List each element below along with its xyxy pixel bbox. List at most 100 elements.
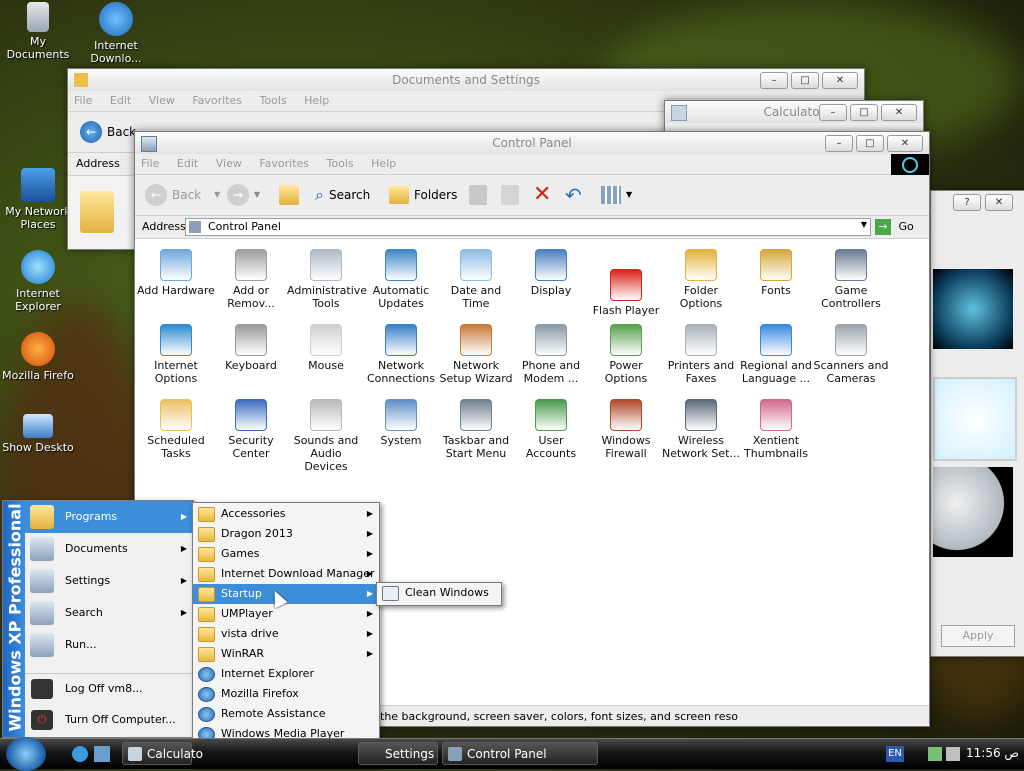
menu-help[interactable]: Help — [371, 157, 396, 170]
cp-item[interactable]: Scanners and Cameras — [812, 324, 890, 385]
desktop-icon-my-documents[interactable]: My Documents — [0, 2, 78, 61]
cp-item[interactable]: Mouse — [287, 324, 365, 372]
address-input[interactable]: Control Panel ▼ — [185, 218, 871, 236]
menu-favorites[interactable]: Favorites — [259, 157, 309, 170]
menu-edit[interactable]: Edit — [110, 94, 131, 107]
language-indicator[interactable]: EN — [886, 746, 904, 762]
desktop-icon-idm[interactable]: Internet Downlo... — [76, 2, 156, 65]
cp-item[interactable]: Display — [512, 249, 590, 297]
folders-button[interactable]: Folders — [389, 184, 457, 206]
start-menu-item-documents[interactable]: Documents ▶ — [25, 533, 193, 565]
cp-item[interactable]: Security Center — [212, 399, 290, 460]
cp-item[interactable]: Network Setup Wizard — [437, 324, 515, 385]
tray-network-icon[interactable] — [928, 747, 942, 761]
cp-item[interactable]: Printers and Faxes — [662, 324, 740, 385]
minimize-button[interactable]: – — [825, 135, 853, 152]
back-button[interactable]: ← Back — [80, 121, 136, 143]
chevron-down-icon[interactable]: ▼ — [861, 220, 867, 229]
cp-item[interactable]: Sounds and Audio Devices — [287, 399, 365, 473]
cp-item[interactable]: System — [362, 399, 440, 447]
programs-item[interactable]: Internet Explorer — [193, 664, 379, 684]
programs-item[interactable]: Mozilla Firefox — [193, 684, 379, 704]
menu-file[interactable]: File — [74, 94, 92, 107]
cp-item[interactable]: Windows Firewall — [587, 399, 665, 460]
maximize-button[interactable]: □ — [791, 72, 819, 89]
minimize-button[interactable]: – — [819, 104, 847, 121]
cp-item[interactable]: Network Connections — [362, 324, 440, 385]
move-to-button[interactable] — [469, 184, 487, 206]
quick-launch-ie-icon[interactable] — [72, 746, 88, 762]
maximize-button[interactable]: □ — [856, 135, 884, 152]
menu-file[interactable]: File — [141, 157, 159, 170]
close-button[interactable]: ✕ — [822, 72, 858, 89]
cp-item[interactable]: Fonts — [737, 249, 815, 297]
log-off-item[interactable]: Log Off vm8... — [25, 673, 193, 704]
close-button[interactable]: ✕ — [881, 104, 917, 121]
programs-item[interactable]: Accessories ▶ — [193, 504, 379, 524]
cp-item[interactable]: Scheduled Tasks — [137, 399, 215, 460]
cp-item[interactable]: Wireless Network Set... — [662, 399, 740, 460]
search-button[interactable]: ⌕ Search — [315, 184, 370, 206]
cp-item[interactable]: Taskbar and Start Menu — [437, 399, 515, 460]
cp-item[interactable]: Keyboard — [212, 324, 290, 372]
menu-edit[interactable]: Edit — [177, 157, 198, 170]
desktop-icon-firefox[interactable]: Mozilla Firefo — [0, 332, 78, 382]
title-bar[interactable]: Control Panel – □ ✕ — [135, 132, 929, 154]
back-button[interactable]: ← Back ▼ — [145, 184, 220, 206]
close-button[interactable]: ✕ — [985, 194, 1013, 211]
desktop-icon-show-desktop[interactable]: Show Deskto — [0, 414, 78, 454]
tray-volume-icon[interactable] — [946, 747, 960, 761]
minimize-button[interactable]: – — [760, 72, 788, 89]
menu-tools[interactable]: Tools — [260, 94, 287, 107]
delete-button[interactable]: ✕ — [533, 184, 551, 206]
start-menu-item-run[interactable]: Run... — [25, 629, 193, 661]
apply-button[interactable]: Apply — [941, 625, 1015, 647]
forward-button[interactable]: → ▼ — [227, 184, 260, 206]
menu-tools[interactable]: Tools — [327, 157, 354, 170]
menu-help[interactable]: Help — [304, 94, 329, 107]
cp-item[interactable]: Folder Options — [662, 249, 740, 310]
programs-item[interactable]: Remote Assistance — [193, 704, 379, 724]
cp-item[interactable]: Add Hardware — [137, 249, 215, 297]
taskbar-button-control-panel[interactable]: Control Panel — [442, 742, 598, 765]
cp-item[interactable]: Xentient Thumbnails — [737, 399, 815, 460]
start-button[interactable] — [6, 737, 46, 771]
go-button[interactable]: → Go — [875, 217, 914, 236]
cp-item[interactable]: Internet Options — [137, 324, 215, 385]
programs-item[interactable]: WinRAR ▶ — [193, 644, 379, 664]
start-menu-item-settings[interactable]: Settings ▶ — [25, 565, 193, 597]
cp-item[interactable]: Automatic Updates — [362, 249, 440, 310]
cp-item[interactable]: Add or Remov... — [212, 249, 290, 310]
help-button[interactable]: ? — [953, 194, 981, 211]
menu-view[interactable]: View — [149, 94, 175, 107]
programs-item[interactable]: vista drive ▶ — [193, 624, 379, 644]
title-bar[interactable]: Calculator – □ ✕ — [665, 101, 923, 123]
cp-item[interactable]: User Accounts — [512, 399, 590, 460]
copy-to-button[interactable] — [501, 184, 519, 206]
start-menu-item-search[interactable]: Search ▶ — [25, 597, 193, 629]
taskbar-button-documents-settings[interactable]: Settings — [358, 742, 438, 765]
clock[interactable]: 11:56 ص — [966, 746, 1019, 760]
programs-item[interactable]: Dragon 2013 ▶ — [193, 524, 379, 544]
up-folder-button[interactable] — [279, 184, 299, 206]
title-bar[interactable]: Documents and Settings – □ ✕ — [68, 69, 864, 91]
folder-icon[interactable] — [80, 191, 114, 233]
programs-item[interactable]: UMPlayer ▶ — [193, 604, 379, 624]
taskbar-button-calculator[interactable]: Calculato — [122, 742, 203, 765]
startup-item[interactable]: Clean Windows — [377, 583, 501, 603]
undo-button[interactable]: ↶ — [565, 184, 582, 206]
programs-item[interactable]: Games ▶ — [193, 544, 379, 564]
turn-off-item[interactable]: ⏻ Turn Off Computer... — [25, 705, 193, 735]
menu-view[interactable]: View — [216, 157, 242, 170]
views-button[interactable]: ▼ — [601, 184, 632, 206]
cp-item[interactable]: Phone and Modem ... — [512, 324, 590, 385]
cp-item[interactable]: Flash Player — [587, 269, 665, 317]
cp-item[interactable]: Game Controllers — [812, 249, 890, 310]
programs-item[interactable]: Internet Download Manager ▶ — [193, 564, 379, 584]
desktop-icon-internet-explorer[interactable]: Internet Explorer — [0, 250, 78, 313]
cp-item[interactable]: Regional and Language ... — [737, 324, 815, 385]
quick-launch-desktop-icon[interactable] — [94, 746, 110, 762]
menu-favorites[interactable]: Favorites — [192, 94, 242, 107]
maximize-button[interactable]: □ — [850, 104, 878, 121]
close-button[interactable]: ✕ — [887, 135, 923, 152]
